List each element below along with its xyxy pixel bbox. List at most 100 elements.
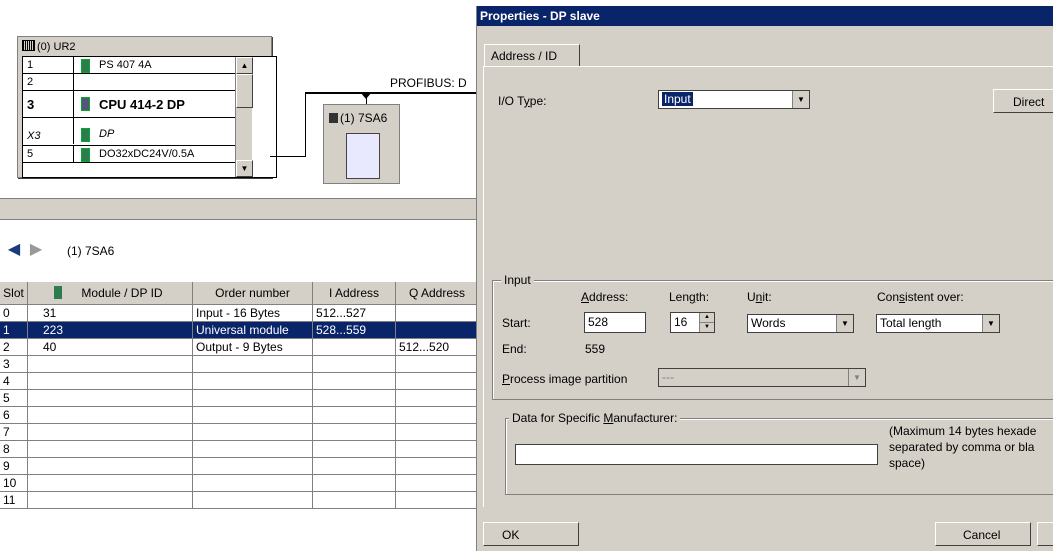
table-row[interactable]: 6 bbox=[0, 407, 478, 424]
cell-order[interactable] bbox=[193, 441, 313, 457]
cell-id[interactable]: 40 bbox=[28, 339, 193, 355]
cell-order[interactable]: Output - 9 Bytes bbox=[193, 339, 313, 355]
table-row[interactable]: 2 40 Output - 9 Bytes 512...520 bbox=[0, 339, 478, 356]
chevron-down-icon[interactable]: ▼ bbox=[982, 315, 999, 332]
col-header-order[interactable]: Order number bbox=[193, 282, 313, 305]
cell-id[interactable] bbox=[28, 458, 193, 474]
cell-qaddr[interactable] bbox=[396, 322, 478, 338]
cell-slot[interactable]: 1 bbox=[0, 322, 28, 338]
cell-id[interactable] bbox=[28, 424, 193, 440]
cell-slot[interactable]: 6 bbox=[0, 407, 28, 423]
module-table[interactable]: Slot Module / DP ID Order number I Addre… bbox=[0, 282, 479, 551]
cell-iaddr[interactable] bbox=[313, 339, 396, 355]
rack-table[interactable]: 1 PS 407 4A 2 3 CPU 414-2 DP X3 DP 5 DO3… bbox=[22, 56, 277, 178]
cell-id[interactable] bbox=[28, 407, 193, 423]
cell-id[interactable] bbox=[28, 356, 193, 372]
cell-order[interactable] bbox=[193, 475, 313, 491]
table-row[interactable]: 1 223 Universal module 528...559 bbox=[0, 322, 478, 339]
rack-scrollbar[interactable]: ▲ ▼ bbox=[235, 57, 253, 177]
chevron-down-icon[interactable]: ▼ bbox=[792, 91, 809, 108]
cell-iaddr[interactable] bbox=[313, 407, 396, 423]
cell-qaddr[interactable] bbox=[396, 492, 478, 508]
scroll-down-icon[interactable]: ▼ bbox=[236, 160, 253, 177]
dp-slave-box[interactable]: (1) 7SA6 bbox=[323, 104, 400, 184]
cell-order[interactable]: Input - 16 Bytes bbox=[193, 305, 313, 321]
direct-button[interactable]: Direct bbox=[993, 89, 1053, 113]
cell-id[interactable] bbox=[28, 373, 193, 389]
cancel-button[interactable]: Cancel bbox=[935, 522, 1031, 546]
cell-order[interactable] bbox=[193, 373, 313, 389]
table-row[interactable]: 4 bbox=[0, 373, 478, 390]
length-stepper[interactable]: 16 ▲ ▼ bbox=[670, 312, 715, 333]
scroll-up-icon[interactable]: ▲ bbox=[236, 57, 253, 74]
col-header-slot[interactable]: Slot bbox=[0, 282, 28, 305]
consistent-select[interactable]: Total length ▼ bbox=[876, 314, 1000, 333]
cell-slot[interactable]: 10 bbox=[0, 475, 28, 491]
cell-iaddr[interactable]: 528...559 bbox=[313, 322, 396, 338]
cell-qaddr[interactable] bbox=[396, 475, 478, 491]
spin-up-icon[interactable]: ▲ bbox=[700, 313, 714, 323]
table-row[interactable]: 9 bbox=[0, 458, 478, 475]
cell-order[interactable] bbox=[193, 407, 313, 423]
forward-arrow-icon[interactable]: ▶ bbox=[26, 241, 46, 259]
tab-address-id[interactable]: Address / ID bbox=[484, 44, 580, 66]
col-header-iaddress[interactable]: I Address bbox=[313, 282, 396, 305]
rack-row[interactable]: 2 bbox=[23, 74, 249, 91]
rack-row[interactable]: 1 PS 407 4A bbox=[23, 57, 249, 74]
rack-row[interactable]: 3 CPU 414-2 DP bbox=[23, 91, 249, 118]
cell-qaddr[interactable] bbox=[396, 373, 478, 389]
cell-id[interactable] bbox=[28, 441, 193, 457]
cell-qaddr[interactable] bbox=[396, 424, 478, 440]
cell-slot[interactable]: 11 bbox=[0, 492, 28, 508]
cell-id[interactable] bbox=[28, 475, 193, 491]
cell-iaddr[interactable] bbox=[313, 390, 396, 406]
rack-row[interactable]: 5 DO32xDC24V/0.5A bbox=[23, 145, 249, 163]
process-image-select[interactable]: --- ▼ bbox=[658, 368, 866, 387]
cell-order[interactable] bbox=[193, 458, 313, 474]
table-row[interactable]: 0 31 Input - 16 Bytes 512...527 bbox=[0, 305, 478, 322]
cell-id[interactable] bbox=[28, 390, 193, 406]
cell-iaddr[interactable] bbox=[313, 458, 396, 474]
cell-iaddr[interactable] bbox=[313, 441, 396, 457]
cell-slot[interactable]: 5 bbox=[0, 390, 28, 406]
cell-qaddr[interactable] bbox=[396, 441, 478, 457]
cell-iaddr[interactable] bbox=[313, 356, 396, 372]
chevron-down-icon[interactable]: ▼ bbox=[848, 369, 865, 386]
cell-qaddr[interactable] bbox=[396, 305, 478, 321]
cell-qaddr[interactable] bbox=[396, 407, 478, 423]
cell-iaddr[interactable] bbox=[313, 492, 396, 508]
cell-slot[interactable]: 3 bbox=[0, 356, 28, 372]
spin-down-icon[interactable]: ▼ bbox=[700, 323, 714, 332]
table-row[interactable]: 8 bbox=[0, 441, 478, 458]
unit-select[interactable]: Words ▼ bbox=[747, 314, 854, 333]
rack-row[interactable]: X3 DP bbox=[23, 118, 249, 144]
cell-slot[interactable]: 8 bbox=[0, 441, 28, 457]
cell-iaddr[interactable] bbox=[313, 373, 396, 389]
help-button[interactable] bbox=[1037, 522, 1053, 546]
scroll-thumb[interactable] bbox=[236, 74, 253, 108]
start-address-input[interactable]: 528 bbox=[584, 312, 646, 333]
cell-id[interactable]: 223 bbox=[28, 322, 193, 338]
cell-qaddr[interactable] bbox=[396, 356, 478, 372]
col-header-module[interactable]: Module / DP ID bbox=[28, 282, 193, 305]
cell-iaddr[interactable] bbox=[313, 475, 396, 491]
cell-order[interactable] bbox=[193, 492, 313, 508]
splitter-bar[interactable] bbox=[0, 198, 478, 220]
table-row[interactable]: 3 bbox=[0, 356, 478, 373]
spin-buttons[interactable]: ▲ ▼ bbox=[699, 313, 714, 332]
table-row[interactable]: 7 bbox=[0, 424, 478, 441]
table-row[interactable]: 11 bbox=[0, 492, 478, 509]
table-row[interactable]: 5 bbox=[0, 390, 478, 407]
table-row[interactable]: 10 bbox=[0, 475, 478, 492]
cell-order[interactable]: Universal module bbox=[193, 322, 313, 338]
dialog-titlebar[interactable]: Properties - DP slave bbox=[477, 6, 1053, 26]
cell-order[interactable] bbox=[193, 390, 313, 406]
cell-id[interactable] bbox=[28, 492, 193, 508]
ok-button[interactable]: OK bbox=[483, 522, 579, 546]
cell-qaddr[interactable]: 512...520 bbox=[396, 339, 478, 355]
cell-order[interactable] bbox=[193, 424, 313, 440]
cell-qaddr[interactable] bbox=[396, 458, 478, 474]
cell-iaddr[interactable] bbox=[313, 424, 396, 440]
io-type-select[interactable]: Input ▼ bbox=[658, 90, 810, 109]
manufacturer-data-input[interactable] bbox=[515, 444, 878, 465]
